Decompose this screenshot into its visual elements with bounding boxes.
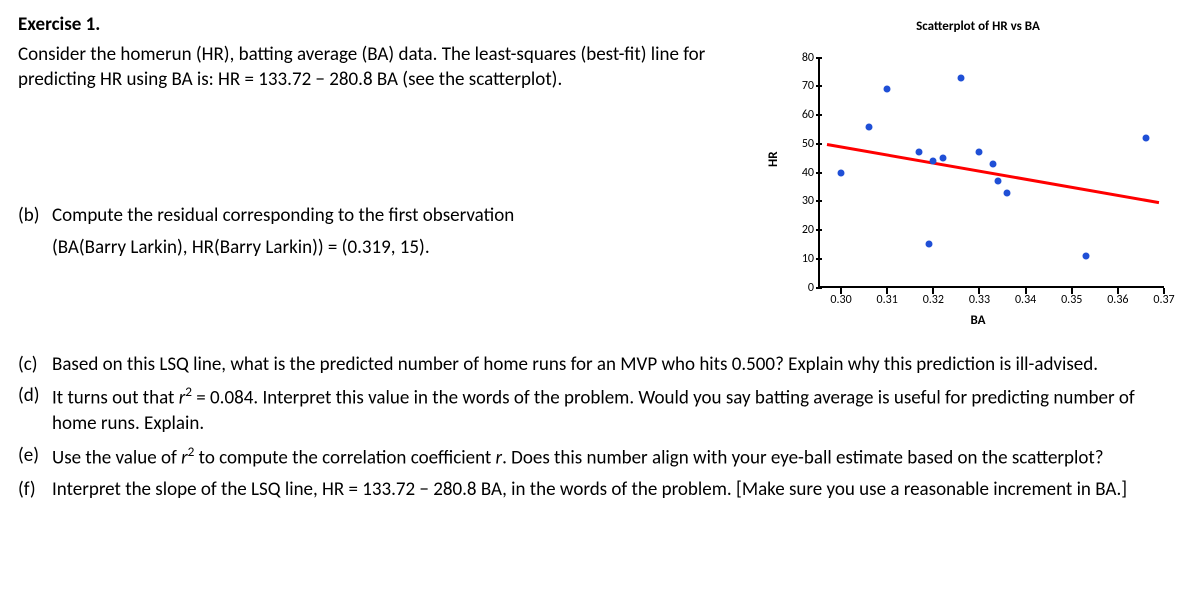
y-tick-label: 80 [774,49,814,65]
y-tick-label: 0 [774,279,814,295]
part-e: (e) Use the value of r2 to compute the c… [18,443,1182,471]
part-c: (c) Based on this LSQ line, what is the … [18,352,1182,378]
x-tick-mark [840,288,842,294]
scatterplot: HR BA 010203040506070800.300.310.320.330… [774,42,1182,332]
part-e-text: Use the value of r2 to compute the corre… [52,443,1182,471]
data-point [925,241,932,248]
x-tick-mark [978,288,980,294]
y-tick-mark [816,143,822,145]
x-tick-label: 0.37 [1153,292,1174,308]
x-tick-label: 0.31 [877,292,898,308]
x-tick-mark [1163,288,1165,294]
part-b-line1: Compute the residual corresponding to th… [52,203,762,229]
part-f-label: (f) [18,477,52,503]
y-tick-label: 60 [774,107,814,123]
x-tick-label: 0.33 [969,292,990,308]
y-tick-mark [816,258,822,260]
data-point [1142,135,1149,142]
y-tick-label: 30 [774,193,814,209]
y-tick-mark [816,85,822,87]
part-d-label: (d) [18,383,52,437]
part-b-line2: (BA(Barry Larkin), HR(Barry Larkin)) = (… [18,235,762,261]
y-tick-label: 40 [774,164,814,180]
data-point [865,123,872,130]
x-tick-mark [886,288,888,294]
x-tick-mark [932,288,934,294]
y-tick-label: 70 [774,78,814,94]
data-point [976,149,983,156]
x-tick-mark [1117,288,1119,294]
y-tick-mark [816,114,822,116]
part-b: (b) Compute the residual corresponding t… [18,203,762,229]
part-e-label: (e) [18,443,52,471]
y-tick-label: 20 [774,222,814,238]
x-tick-label: 0.35 [1061,292,1082,308]
part-f: (f) Interpret the slope of the LSQ line,… [18,477,1182,503]
x-tick-mark [1071,288,1073,294]
part-f-text: Interpret the slope of the LSQ line, HR … [52,477,1182,503]
data-point [838,169,845,176]
intro-text: Consider the homerun (HR), batting avera… [18,42,762,93]
y-tick-label: 50 [774,136,814,152]
part-b-label: (b) [18,203,52,229]
y-tick-label: 10 [774,251,814,267]
data-point [994,178,1001,185]
data-point [1082,252,1089,259]
y-tick-mark [816,287,822,289]
chart-title: Scatterplot of HR vs BA [774,18,1182,36]
data-point [884,86,891,93]
data-point [930,158,937,165]
x-tick-label: 0.32 [923,292,944,308]
part-c-text: Based on this LSQ line, what is the pred… [52,352,1182,378]
part-d: (d) It turns out that r2 = 0.084. Interp… [18,383,1182,437]
x-tick-mark [1025,288,1027,294]
y-tick-mark [816,172,822,174]
exercise-title: Exercise 1. [18,12,762,38]
data-point [990,160,997,167]
x-tick-label: 0.34 [1015,292,1036,308]
x-axis-label: BA [774,312,1182,330]
x-tick-label: 0.30 [830,292,851,308]
y-tick-mark [816,57,822,59]
scatterplot-container: Scatterplot of HR vs BA HR BA 0102030405… [774,18,1182,332]
y-tick-mark [816,200,822,202]
y-tick-mark [816,229,822,231]
data-point [1004,189,1011,196]
part-d-text: It turns out that r2 = 0.084. Interpret … [52,383,1182,437]
data-point [916,149,923,156]
data-point [958,74,965,81]
data-point [939,155,946,162]
part-c-label: (c) [18,352,52,378]
x-tick-label: 0.36 [1107,292,1128,308]
